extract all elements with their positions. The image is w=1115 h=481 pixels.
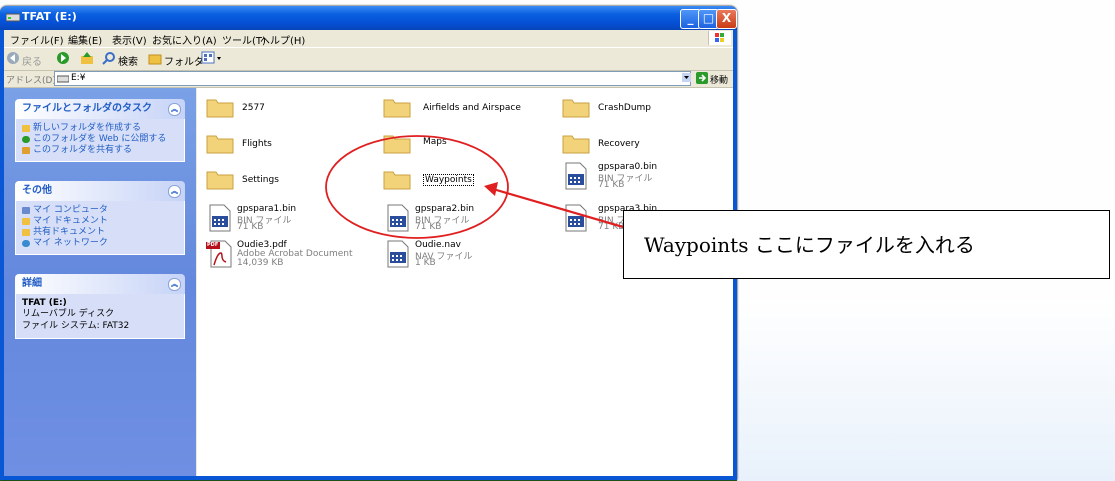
annotation-callout: Waypoints ここにファイルを入れる [623, 210, 1110, 279]
highlight-circle [325, 135, 509, 239]
annotation-arrowhead [484, 182, 498, 196]
annotation-arrow-line [492, 187, 641, 234]
